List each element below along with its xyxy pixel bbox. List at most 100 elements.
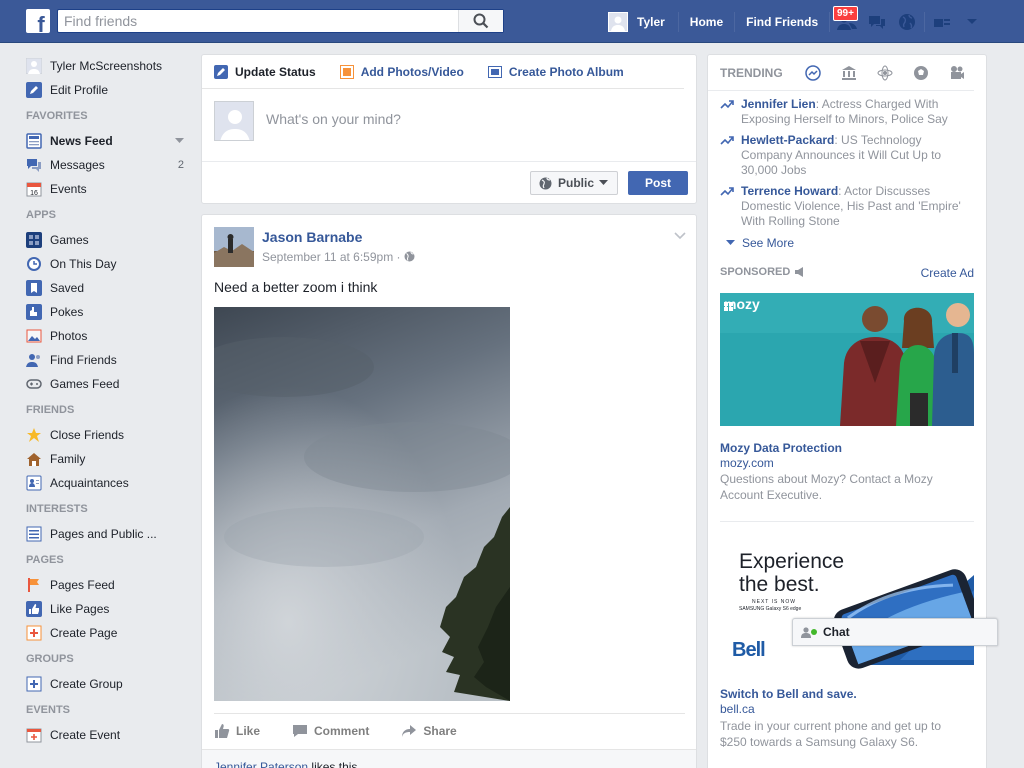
trending-topic[interactable]: Terrence Howard xyxy=(741,184,838,198)
comment-button[interactable]: Comment xyxy=(292,723,369,739)
profile-link[interactable]: Tyler xyxy=(606,0,676,43)
tab-add-photos[interactable]: Add Photos/Video xyxy=(339,64,464,79)
flag-icon xyxy=(26,577,42,593)
ad-url[interactable]: mozy.com xyxy=(720,456,774,470)
sponsored-text: SPONSORED xyxy=(720,266,791,278)
timestamp-text[interactable]: September 11 at 6:59pm xyxy=(262,250,393,264)
messages-button[interactable] xyxy=(862,0,892,43)
interests-heading[interactable]: INTERESTS xyxy=(26,503,194,517)
groups-heading[interactable]: GROUPS xyxy=(26,653,194,667)
chevron-down-icon xyxy=(674,232,686,240)
sidebar-item-pages-and-public[interactable]: Pages and Public ... xyxy=(26,522,194,546)
sidebar-item-acquaintances[interactable]: Acquaintances xyxy=(26,471,194,495)
chat-tab[interactable]: Chat xyxy=(792,618,998,646)
sidebar-item-label: Pages Feed xyxy=(50,578,115,592)
camera-icon xyxy=(339,64,354,79)
sidebar-item-find-friends[interactable]: Find Friends xyxy=(26,348,194,372)
trending-entertainment-tab[interactable] xyxy=(949,64,965,82)
author-avatar[interactable] xyxy=(214,227,254,267)
nav-divider xyxy=(924,11,926,32)
privacy-shortcuts-button[interactable] xyxy=(927,0,957,43)
post-button[interactable]: Post xyxy=(628,171,688,195)
sidebar-item-pokes[interactable]: Pokes xyxy=(26,300,194,324)
sidebar-item-family[interactable]: Family xyxy=(26,447,194,471)
sidebar-item-create-event[interactable]: Create Event xyxy=(26,723,194,747)
post-author-name[interactable]: Jason Barnabe xyxy=(262,229,362,245)
favorites-heading[interactable]: FAVORITES xyxy=(26,110,194,124)
sidebar-item-create-group[interactable]: Create Group xyxy=(26,672,194,696)
post-options-button[interactable] xyxy=(674,229,686,243)
svg-text:16: 16 xyxy=(30,190,38,197)
events-heading[interactable]: EVENTS xyxy=(26,704,194,718)
sidebar-item-label: Tyler McScreenshots xyxy=(50,59,163,73)
news-feed-options-icon[interactable] xyxy=(175,135,184,147)
tab-update-status[interactable]: Update Status xyxy=(214,64,316,79)
privacy-selector[interactable]: Public xyxy=(530,171,618,195)
trending-item[interactable]: Jennifer Lien: Actress Charged With Expo… xyxy=(720,97,970,127)
liker-name-link[interactable]: Jennifer Paterson xyxy=(214,760,308,768)
facebook-logo[interactable]: f xyxy=(26,9,50,33)
search-button[interactable] xyxy=(458,10,503,32)
nav-divider xyxy=(734,11,736,32)
apps-heading[interactable]: APPS xyxy=(26,209,194,223)
notifications-button[interactable] xyxy=(892,0,922,43)
tab-create-album[interactable]: Create Photo Album xyxy=(487,64,624,79)
sidebar-item-saved[interactable]: Saved xyxy=(26,276,194,300)
status-input[interactable]: What's on your mind? xyxy=(266,111,401,127)
sidebar-item-games-feed[interactable]: Games Feed xyxy=(26,372,194,396)
trending-icon xyxy=(804,64,821,81)
sidebar-item-news-feed[interactable]: News Feed xyxy=(26,129,194,153)
acquaintances-icon xyxy=(26,475,42,491)
sidebar-item-like-pages[interactable]: Like Pages xyxy=(26,597,194,621)
sidebar-item-games[interactable]: Games xyxy=(26,228,194,252)
sidebar-item-pages-feed[interactable]: Pages Feed xyxy=(26,573,194,597)
messages-count: 2 xyxy=(177,159,184,171)
trending-item[interactable]: Terrence Howard: Actor Discusses Domesti… xyxy=(720,184,970,229)
trending-sports-tab[interactable] xyxy=(913,64,929,82)
sidebar-item-edit-profile[interactable]: Edit Profile xyxy=(26,78,194,102)
trending-politics-tab[interactable] xyxy=(841,64,857,82)
trending-top-tab[interactable] xyxy=(804,64,821,82)
mozy-ad-image[interactable] xyxy=(720,293,974,426)
create-ad-link[interactable]: Create Ad xyxy=(921,266,974,280)
tab-label: Create Photo Album xyxy=(508,64,624,79)
bell-ad-headline: Experience the best. xyxy=(739,550,844,596)
ad-url[interactable]: bell.ca xyxy=(720,702,755,716)
home-link[interactable]: Home xyxy=(681,0,732,43)
ad-title[interactable]: Mozy Data Protection xyxy=(720,441,842,455)
trending-science-tab[interactable] xyxy=(877,64,893,82)
create-page-icon xyxy=(26,625,42,641)
sidebar-item-photos[interactable]: Photos xyxy=(26,324,194,348)
soccer-ball-icon xyxy=(913,65,928,80)
sidebar-item-create-page[interactable]: Create Page xyxy=(26,621,194,645)
see-more-link[interactable]: See More xyxy=(726,236,794,250)
sidebar-item-messages[interactable]: Messages 2 xyxy=(26,153,194,177)
composer-footer: Public Post xyxy=(202,161,696,203)
album-icon xyxy=(487,65,502,78)
pages-heading[interactable]: PAGES xyxy=(26,554,194,568)
like-button[interactable]: Like xyxy=(214,723,260,739)
avatar xyxy=(608,11,628,32)
ad-title[interactable]: Switch to Bell and save. xyxy=(720,687,857,701)
profile-name-link[interactable]: Tyler xyxy=(628,0,674,43)
sidebar-item-on-this-day[interactable]: On This Day xyxy=(26,252,194,276)
trending-item[interactable]: Hewlett-Packard: US Technology Company A… xyxy=(720,133,970,178)
search-bar xyxy=(57,9,504,33)
sidebar-item-profile[interactable]: Tyler McScreenshots xyxy=(26,54,194,78)
share-button[interactable]: Share xyxy=(401,723,457,739)
sky-photo xyxy=(214,307,510,701)
post-photo[interactable] xyxy=(214,307,510,701)
sidebar-item-close-friends[interactable]: Close Friends xyxy=(26,423,194,447)
find-friends-link[interactable]: Find Friends xyxy=(737,0,827,43)
friends-heading[interactable]: FRIENDS xyxy=(26,404,194,418)
trending-topic[interactable]: Hewlett-Packard xyxy=(741,133,834,147)
action-label: Like xyxy=(236,723,261,738)
trending-topic[interactable]: Jennifer Lien xyxy=(741,97,816,111)
account-menu-button[interactable] xyxy=(957,0,987,43)
search-input[interactable] xyxy=(58,10,458,32)
action-label: Share xyxy=(423,723,457,738)
sidebar-item-events[interactable]: 16 Events xyxy=(26,177,194,201)
thumbs-up-icon xyxy=(215,723,230,738)
chevron-down-icon xyxy=(967,18,978,24)
globe-icon xyxy=(899,13,916,30)
